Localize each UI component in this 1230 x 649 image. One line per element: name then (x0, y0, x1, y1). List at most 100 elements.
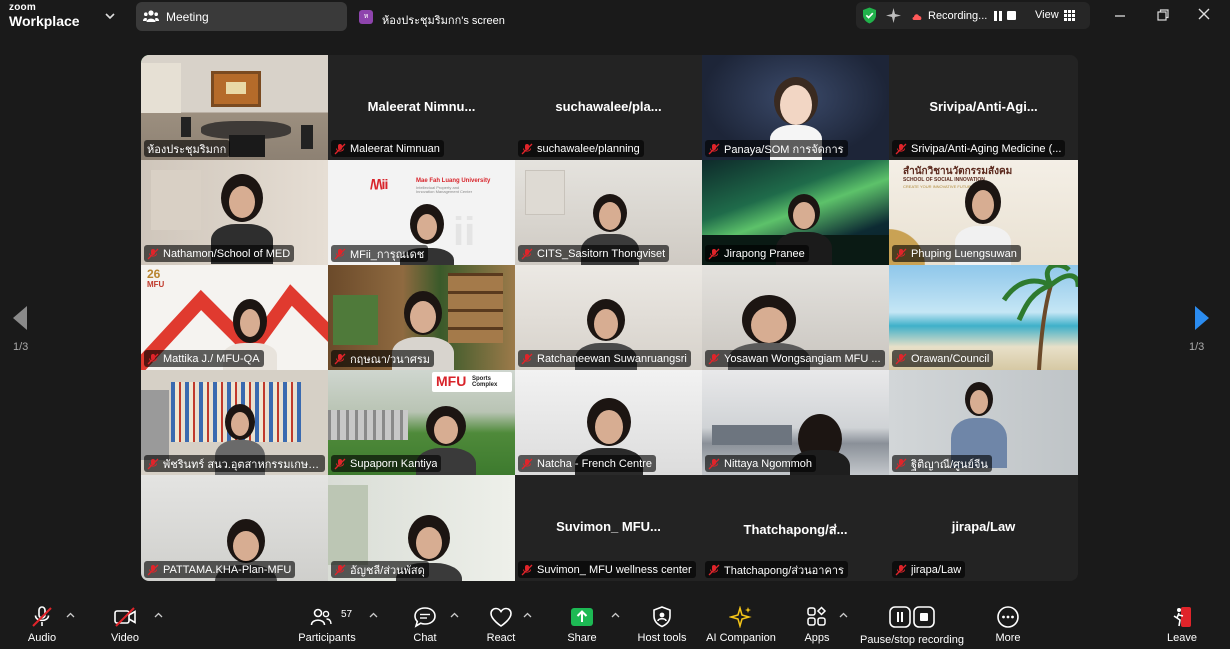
video-tile[interactable]: พัชรินทร์ สนว.อุตสาหกรรมเกษตร (141, 370, 328, 475)
chevron-up-icon[interactable] (154, 612, 163, 618)
participant-name: Thatchapong/ส่วนอาคาร (724, 564, 844, 577)
stop-icon[interactable] (1007, 11, 1016, 20)
close-icon[interactable] (1197, 7, 1211, 21)
encryption-shield-icon[interactable] (862, 7, 877, 24)
chevron-up-icon[interactable] (523, 612, 532, 618)
tab-meeting[interactable]: Meeting (136, 2, 347, 31)
video-tile[interactable]: jirapa/Law jirapa/Law (889, 475, 1078, 581)
participant-name-tag: Maleerat Nimnuan (331, 140, 444, 157)
video-tile[interactable]: MFU Sports Complex Supaporn Kantiya (328, 370, 515, 475)
video-tile[interactable]: สำนักวิชานวัตกรรมสังคม SCHOOL OF SOCIAL … (889, 160, 1078, 265)
wall-shelf (151, 170, 201, 230)
video-gallery: ห้องประชุมริมกก Maleerat Nimnu... Maleer… (141, 55, 1078, 581)
muted-mic-icon (521, 353, 533, 364)
video-tile[interactable]: PATTAMA.KHA-Plan-MFU (141, 475, 328, 581)
muted-mic-icon (147, 458, 159, 469)
next-page-icon[interactable] (1193, 304, 1211, 332)
video-tile[interactable]: suchawalee/pla... suchawalee/planning (515, 55, 702, 160)
chevron-up-icon[interactable] (839, 612, 848, 618)
participants-button[interactable]: Participants (294, 597, 360, 649)
video-tile[interactable]: อัญชลี/ส่วนพัสดุ (328, 475, 515, 581)
video-tile[interactable]: /\/\ii Mae Fah Luang University Intellec… (328, 160, 515, 265)
shield-icon (653, 606, 671, 628)
muted-mic-icon (708, 248, 720, 259)
video-tile[interactable]: Nittaya Ngommoh (702, 370, 889, 475)
chat-button[interactable]: Chat (404, 597, 446, 649)
video-button[interactable]: Video (102, 597, 148, 649)
leave-button[interactable]: Leave (1160, 597, 1204, 649)
participant-display-name: Suvimon_ MFU... (556, 519, 661, 534)
chevron-down-icon[interactable] (103, 9, 117, 23)
previous-page-icon[interactable] (11, 304, 29, 332)
muted-mic-icon (708, 458, 720, 469)
video-tile[interactable]: กฤษณา/วนาศรม (328, 265, 515, 370)
mfii-watermark: ii (453, 210, 476, 254)
pause-icon[interactable] (993, 11, 1003, 21)
muted-mic-icon (895, 353, 907, 364)
pause-stop-recording-icon (889, 606, 935, 628)
school-banner-en: SCHOOL OF SOCIAL INNOVATION (903, 177, 985, 183)
participant-name: Srivipa/Anti-Aging Medicine (... (911, 142, 1062, 155)
chevron-up-icon[interactable] (611, 612, 620, 618)
participant-name: Ratchaneewan Suwanruangsri (537, 352, 687, 365)
more-button[interactable]: More (986, 597, 1030, 649)
share-button[interactable]: Share (562, 597, 602, 649)
audio-button[interactable]: Audio (18, 597, 66, 649)
apps-button[interactable]: Apps (796, 597, 838, 649)
react-label: React (486, 632, 516, 644)
restore-icon[interactable] (1156, 8, 1170, 22)
participant-name: Natcha - French Centre (537, 457, 652, 470)
chevron-up-icon[interactable] (66, 612, 75, 618)
video-tile[interactable]: Suvimon_ MFU... Suvimon_ MFU wellness ce… (515, 475, 702, 581)
video-tile[interactable]: Thatchapong/ส่... Thatchapong/ส่วนอาคาร (702, 475, 889, 581)
more-label: More (995, 632, 1021, 644)
muted-mic-icon (334, 458, 346, 469)
participant-name: MFii_การุณเดช (350, 248, 425, 261)
avatar-face (780, 85, 812, 125)
video-tile[interactable]: ห้องประชุมริมกก (141, 55, 328, 160)
participant-name-tag: Mattika J./ MFU-QA (144, 350, 264, 367)
share-label: Share (567, 632, 597, 644)
host-tools-button[interactable]: Host tools (634, 597, 690, 649)
participant-name-tag: MFii_การุณเดช (331, 245, 429, 262)
chair (181, 117, 191, 137)
video-tile[interactable]: ฐิติญาณี/ศูนย์จีน (889, 370, 1078, 475)
video-tile[interactable]: Yosawan Wongsangiam MFU ... (702, 265, 889, 370)
video-tile[interactable]: Panaya/SOM การจัดการ (702, 55, 889, 160)
video-tile[interactable]: Orawan/Council (889, 265, 1078, 370)
video-tile[interactable]: Jirapong Pranee (702, 160, 889, 265)
ai-companion-button[interactable]: AI Companion (702, 597, 780, 649)
participant-name: ฐิติญาณี/ศูนย์จีน (911, 458, 988, 471)
chevron-up-icon[interactable] (450, 612, 459, 618)
participant-name-tag: Srivipa/Anti-Aging Medicine (... (892, 140, 1066, 157)
participants-label: Participants (298, 632, 356, 644)
participant-name-tag: Ratchaneewan Suwanruangsri (518, 350, 691, 367)
chevron-up-icon[interactable] (369, 612, 378, 618)
ai-sparkle-icon[interactable] (886, 8, 901, 23)
mfii-logo: /\/\ii (370, 176, 388, 192)
video-tile[interactable]: Maleerat Nimnu... Maleerat Nimnuan (328, 55, 515, 160)
muted-mic-icon (708, 564, 720, 575)
sparkle-icon (729, 606, 752, 628)
bookshelf (448, 273, 503, 343)
tab-shared-screen[interactable]: ห ห้องประชุมริมกก's screen (358, 2, 558, 31)
react-button[interactable]: React (480, 597, 522, 649)
minimize-icon[interactable] (1113, 9, 1127, 23)
window-plants (328, 485, 368, 565)
grid-icon[interactable] (1064, 10, 1075, 21)
video-tile[interactable]: CITS_Sasitorn Thongviset (515, 160, 702, 265)
participant-name: กฤษณา/วนาศรม (350, 353, 431, 366)
video-tile[interactable]: Srivipa/Anti-Agi... Srivipa/Anti-Aging M… (889, 55, 1078, 160)
view-button-label[interactable]: View (1035, 9, 1059, 21)
participant-name: Phuping Luengsuwan (911, 247, 1017, 260)
participant-name: jirapa/Law (911, 563, 962, 576)
video-tile[interactable]: Ratchaneewan Suwanruangsri (515, 265, 702, 370)
muted-mic-icon (334, 248, 346, 259)
video-tile[interactable]: 26 MFU Mattika J./ MFU-QA (141, 265, 328, 370)
video-tile[interactable]: Nathamon/School of MED (141, 160, 328, 265)
video-tile[interactable]: Natcha - French Centre (515, 370, 702, 475)
participant-name: Suvimon_ MFU wellness center (537, 563, 692, 576)
tab-meeting-label: Meeting (166, 10, 209, 24)
pause-recording-button[interactable]: Pause/stop recording (856, 597, 968, 649)
stadium-stands (328, 410, 408, 440)
